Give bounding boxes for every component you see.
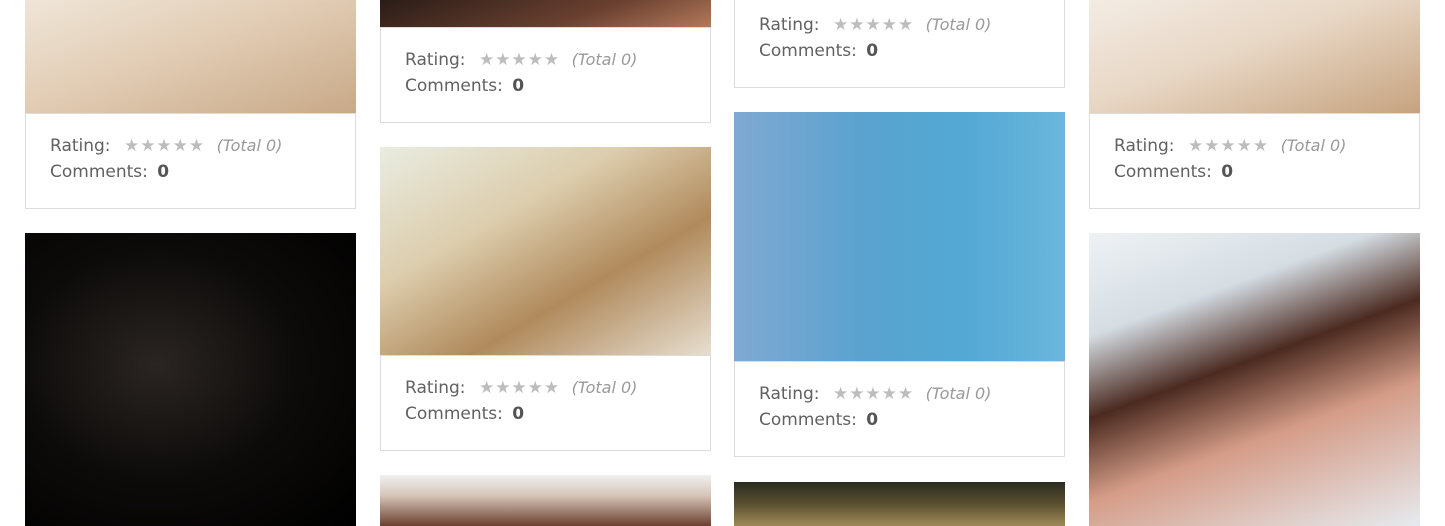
rating-row: Rating: ★★★★★ (Total 0) (759, 15, 991, 35)
comments-count: 0 (157, 162, 170, 182)
comments-label: Comments: (405, 76, 503, 96)
comments-count: 0 (512, 76, 525, 96)
rating-total: (Total 0) (216, 136, 283, 155)
gallery-photo[interactable] (734, 112, 1065, 362)
rating-label: Rating: (405, 50, 466, 70)
gallery-photo[interactable] (1089, 0, 1420, 113)
comments-row: Comments: 0 (759, 41, 878, 61)
rating-total: (Total 0) (571, 378, 638, 397)
comments-label: Comments: (759, 41, 857, 61)
rating-row: Rating: ★★★★★ (Total 0) (1114, 136, 1346, 156)
comments-count: 0 (866, 41, 879, 61)
star-icon[interactable]: ★★★★★ (479, 50, 560, 70)
photo-info-card: Rating: ★★★★★ (Total 0) Comments: 0 (25, 113, 356, 209)
comments-count: 0 (1221, 162, 1234, 182)
comments-label: Comments: (759, 410, 857, 430)
gallery-photo[interactable] (25, 0, 356, 113)
gallery-photo[interactable] (1089, 233, 1420, 526)
rating-label: Rating: (759, 384, 820, 404)
comments-row: Comments: 0 (1114, 162, 1233, 182)
photo-info-card: Rating: ★★★★★ (Total 0) Comments: 0 (734, 361, 1065, 457)
rating-label: Rating: (1114, 136, 1175, 156)
comments-row: Comments: 0 (759, 410, 878, 430)
star-icon[interactable]: ★★★★★ (833, 384, 914, 404)
rating-label: Rating: (405, 378, 466, 398)
rating-row: Rating: ★★★★★ (Total 0) (50, 136, 282, 156)
comments-label: Comments: (1114, 162, 1212, 182)
photo-info-card: Rating: ★★★★★ (Total 0) Comments: 0 (1089, 113, 1420, 209)
gallery-photo[interactable] (380, 147, 711, 356)
gallery-photo[interactable] (25, 233, 356, 526)
star-icon[interactable]: ★★★★★ (124, 136, 205, 156)
photo-info-card: Rating: ★★★★★ (Total 0) Comments: 0 (380, 27, 711, 123)
comments-label: Comments: (405, 404, 503, 424)
rating-total: (Total 0) (925, 15, 992, 34)
star-icon[interactable]: ★★★★★ (479, 378, 560, 398)
rating-row: Rating: ★★★★★ (Total 0) (405, 50, 637, 70)
rating-label: Rating: (759, 15, 820, 35)
photo-info-card: Rating: ★★★★★ (Total 0) Comments: 0 (734, 0, 1065, 88)
comments-row: Comments: 0 (405, 404, 524, 424)
comments-label: Comments: (50, 162, 148, 182)
rating-total: (Total 0) (925, 384, 992, 403)
comments-count: 0 (866, 410, 879, 430)
comments-count: 0 (512, 404, 525, 424)
gallery-photo[interactable] (734, 482, 1065, 526)
rating-row: Rating: ★★★★★ (Total 0) (759, 384, 991, 404)
gallery-photo[interactable] (380, 475, 711, 526)
photo-info-card: Rating: ★★★★★ (Total 0) Comments: 0 (380, 355, 711, 451)
gallery-photo[interactable] (380, 0, 711, 28)
rating-row: Rating: ★★★★★ (Total 0) (405, 378, 637, 398)
rating-total: (Total 0) (1280, 136, 1347, 155)
rating-label: Rating: (50, 136, 111, 156)
star-icon[interactable]: ★★★★★ (833, 15, 914, 35)
comments-row: Comments: 0 (405, 76, 524, 96)
star-icon[interactable]: ★★★★★ (1188, 136, 1269, 156)
comments-row: Comments: 0 (50, 162, 169, 182)
rating-total: (Total 0) (571, 50, 638, 69)
